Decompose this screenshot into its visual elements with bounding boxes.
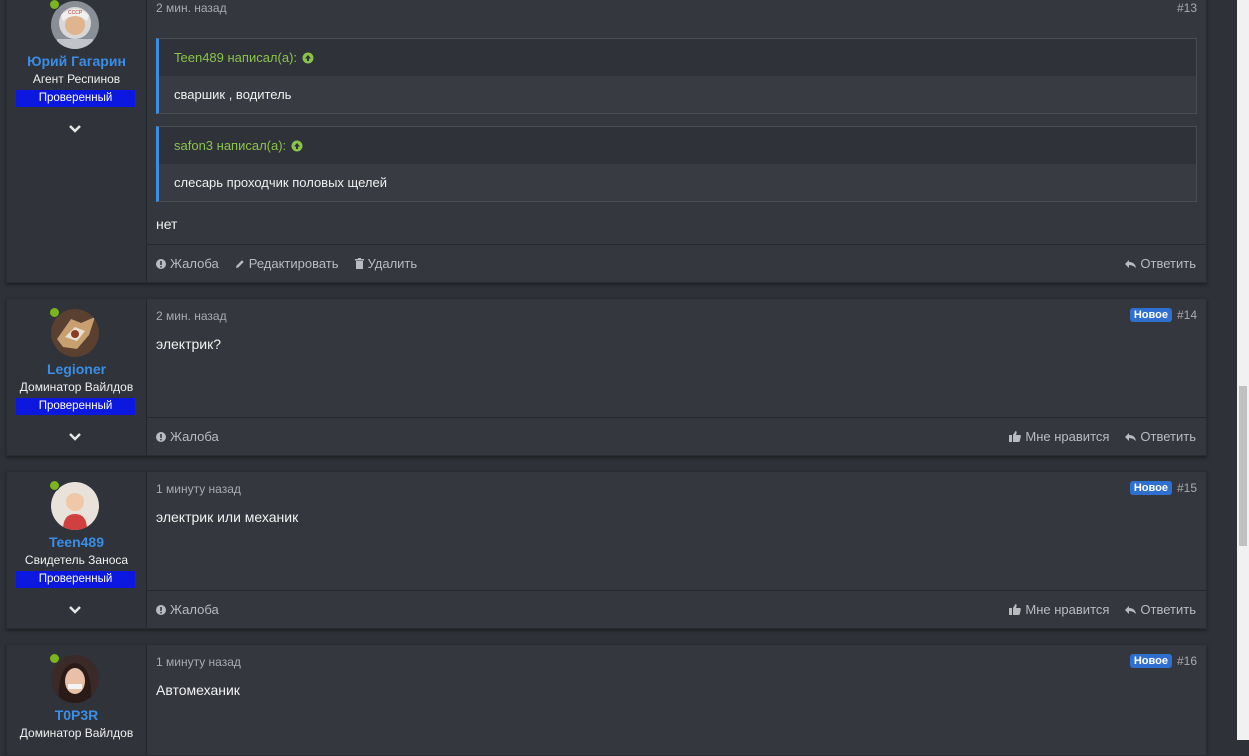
quote-author[interactable]: safon3 написал(а):	[174, 127, 286, 164]
report-label: Жалоба	[170, 256, 219, 271]
quote-block: safon3 написал(а): слесарь проходчик пол…	[156, 126, 1197, 202]
exclamation-circle-icon	[156, 431, 166, 442]
thumbs-up-icon	[1009, 604, 1022, 615]
username[interactable]: T0P3R	[7, 707, 146, 723]
page-scrollbar[interactable]	[1237, 0, 1249, 740]
chevron-down-icon[interactable]	[68, 430, 82, 444]
user-panel: Legioner Доминатор Вайлдов Проверенный	[7, 299, 147, 455]
avatar-wrap[interactable]	[49, 307, 99, 357]
verified-badge: Проверенный	[16, 398, 135, 415]
like-label: Мне нравится	[1025, 602, 1110, 617]
scrollbar-thumb[interactable]	[1239, 386, 1247, 546]
quote-text: слесарь проходчик половых щелей	[159, 164, 1196, 201]
trash-icon	[354, 258, 364, 269]
avatar-wrap[interactable]: CCCP	[49, 0, 99, 49]
report-label: Жалоба	[170, 429, 219, 444]
avatar-wrap[interactable]	[49, 653, 99, 703]
username[interactable]: Юрий Гагарин	[7, 53, 146, 69]
reply-label: Ответить	[1140, 429, 1196, 444]
quote-author[interactable]: Teen489 написал(а):	[174, 39, 297, 76]
exclamation-circle-icon	[156, 258, 166, 269]
report-button[interactable]: Жалоба	[156, 256, 219, 271]
delete-button[interactable]: Удалить	[354, 256, 418, 271]
new-badge: Новое	[1129, 654, 1172, 668]
delete-label: Удалить	[367, 256, 418, 271]
reply-label: Ответить	[1140, 256, 1196, 271]
reply-button[interactable]: Ответить	[1125, 256, 1196, 271]
new-badge: Новое	[1129, 481, 1172, 495]
post-number[interactable]: #14	[1177, 308, 1197, 322]
thumbs-up-icon	[1009, 431, 1022, 442]
post-meta: Новое #15	[1129, 481, 1197, 495]
post-message: электрик или механик	[156, 509, 299, 525]
reply-icon	[1125, 605, 1137, 615]
post-message: Автомеханик	[156, 682, 240, 698]
post-meta: Новое #14	[1129, 308, 1197, 322]
post-actions: Жалоба Мне нравится Ответить	[146, 417, 1206, 455]
pencil-icon	[235, 259, 245, 269]
post-15: Teen489 Свидетель Заноса Проверенный 1 м…	[6, 471, 1207, 629]
verified-badge: Проверенный	[16, 571, 135, 588]
post-number[interactable]: #16	[1177, 654, 1197, 668]
chevron-down-icon[interactable]	[68, 122, 82, 136]
quote-header: safon3 написал(а):	[159, 127, 1196, 164]
user-title: Доминатор Вайлдов	[19, 726, 134, 740]
online-indicator	[49, 307, 60, 318]
post-message: нет	[156, 216, 178, 232]
edit-label: Редактировать	[248, 256, 339, 271]
reply-icon	[1125, 259, 1137, 269]
post-13: CCCP Юрий Гагарин Агент Респинов Провере…	[6, 0, 1207, 283]
post-time[interactable]: 2 мин. назад	[156, 1, 227, 15]
user-title: Доминатор Вайлдов	[19, 380, 134, 394]
arrow-up-circle-icon[interactable]	[302, 52, 314, 64]
report-button[interactable]: Жалоба	[156, 429, 219, 444]
user-title: Агент Респинов	[32, 72, 121, 86]
edit-button[interactable]: Редактировать	[235, 256, 339, 271]
online-indicator	[49, 653, 60, 664]
chevron-down-icon[interactable]	[68, 603, 82, 617]
user-title: Свидетель Заноса	[24, 553, 129, 567]
post-meta: #13	[1177, 1, 1197, 15]
verified-badge: Проверенный	[16, 90, 135, 107]
online-indicator	[49, 480, 60, 491]
reply-button[interactable]: Ответить	[1125, 429, 1196, 444]
username[interactable]: Teen489	[7, 534, 146, 550]
arrow-up-circle-icon[interactable]	[291, 140, 303, 152]
post-time[interactable]: 1 минуту назад	[156, 482, 241, 496]
username[interactable]: Legioner	[7, 361, 146, 377]
new-badge: Новое	[1129, 308, 1172, 322]
quote-header: Teen489 написал(а):	[159, 39, 1196, 76]
post-message: электрик?	[156, 336, 222, 352]
post-time[interactable]: 1 минуту назад	[156, 655, 241, 669]
like-label: Мне нравится	[1025, 429, 1110, 444]
user-panel: T0P3R Доминатор Вайлдов	[7, 645, 147, 755]
exclamation-circle-icon	[156, 604, 166, 615]
svg-text:CCCP: CCCP	[68, 10, 83, 16]
post-meta: Новое #16	[1129, 654, 1197, 668]
reply-label: Ответить	[1140, 602, 1196, 617]
post-16: T0P3R Доминатор Вайлдов 1 минуту назад Н…	[6, 644, 1207, 756]
reply-button[interactable]: Ответить	[1125, 602, 1196, 617]
quote-block: Teen489 написал(а): сваршик , водитель	[156, 38, 1197, 114]
post-14: Legioner Доминатор Вайлдов Проверенный 2…	[6, 298, 1207, 456]
like-button[interactable]: Мне нравится	[1009, 429, 1109, 444]
quote-text: сваршик , водитель	[159, 76, 1196, 113]
like-button[interactable]: Мне нравится	[1009, 602, 1109, 617]
avatar-wrap[interactable]	[49, 480, 99, 530]
post-actions: Жалоба Редактировать Удалить Ответить	[146, 244, 1206, 282]
reply-icon	[1125, 432, 1137, 442]
post-number[interactable]: #13	[1177, 1, 1197, 15]
user-panel: Teen489 Свидетель Заноса Проверенный	[7, 472, 147, 628]
user-panel: CCCP Юрий Гагарин Агент Респинов Провере…	[7, 0, 147, 282]
report-button[interactable]: Жалоба	[156, 602, 219, 617]
post-actions: Жалоба Мне нравится Ответить	[146, 590, 1206, 628]
post-time[interactable]: 2 мин. назад	[156, 309, 227, 323]
report-label: Жалоба	[170, 602, 219, 617]
post-number[interactable]: #15	[1177, 481, 1197, 495]
